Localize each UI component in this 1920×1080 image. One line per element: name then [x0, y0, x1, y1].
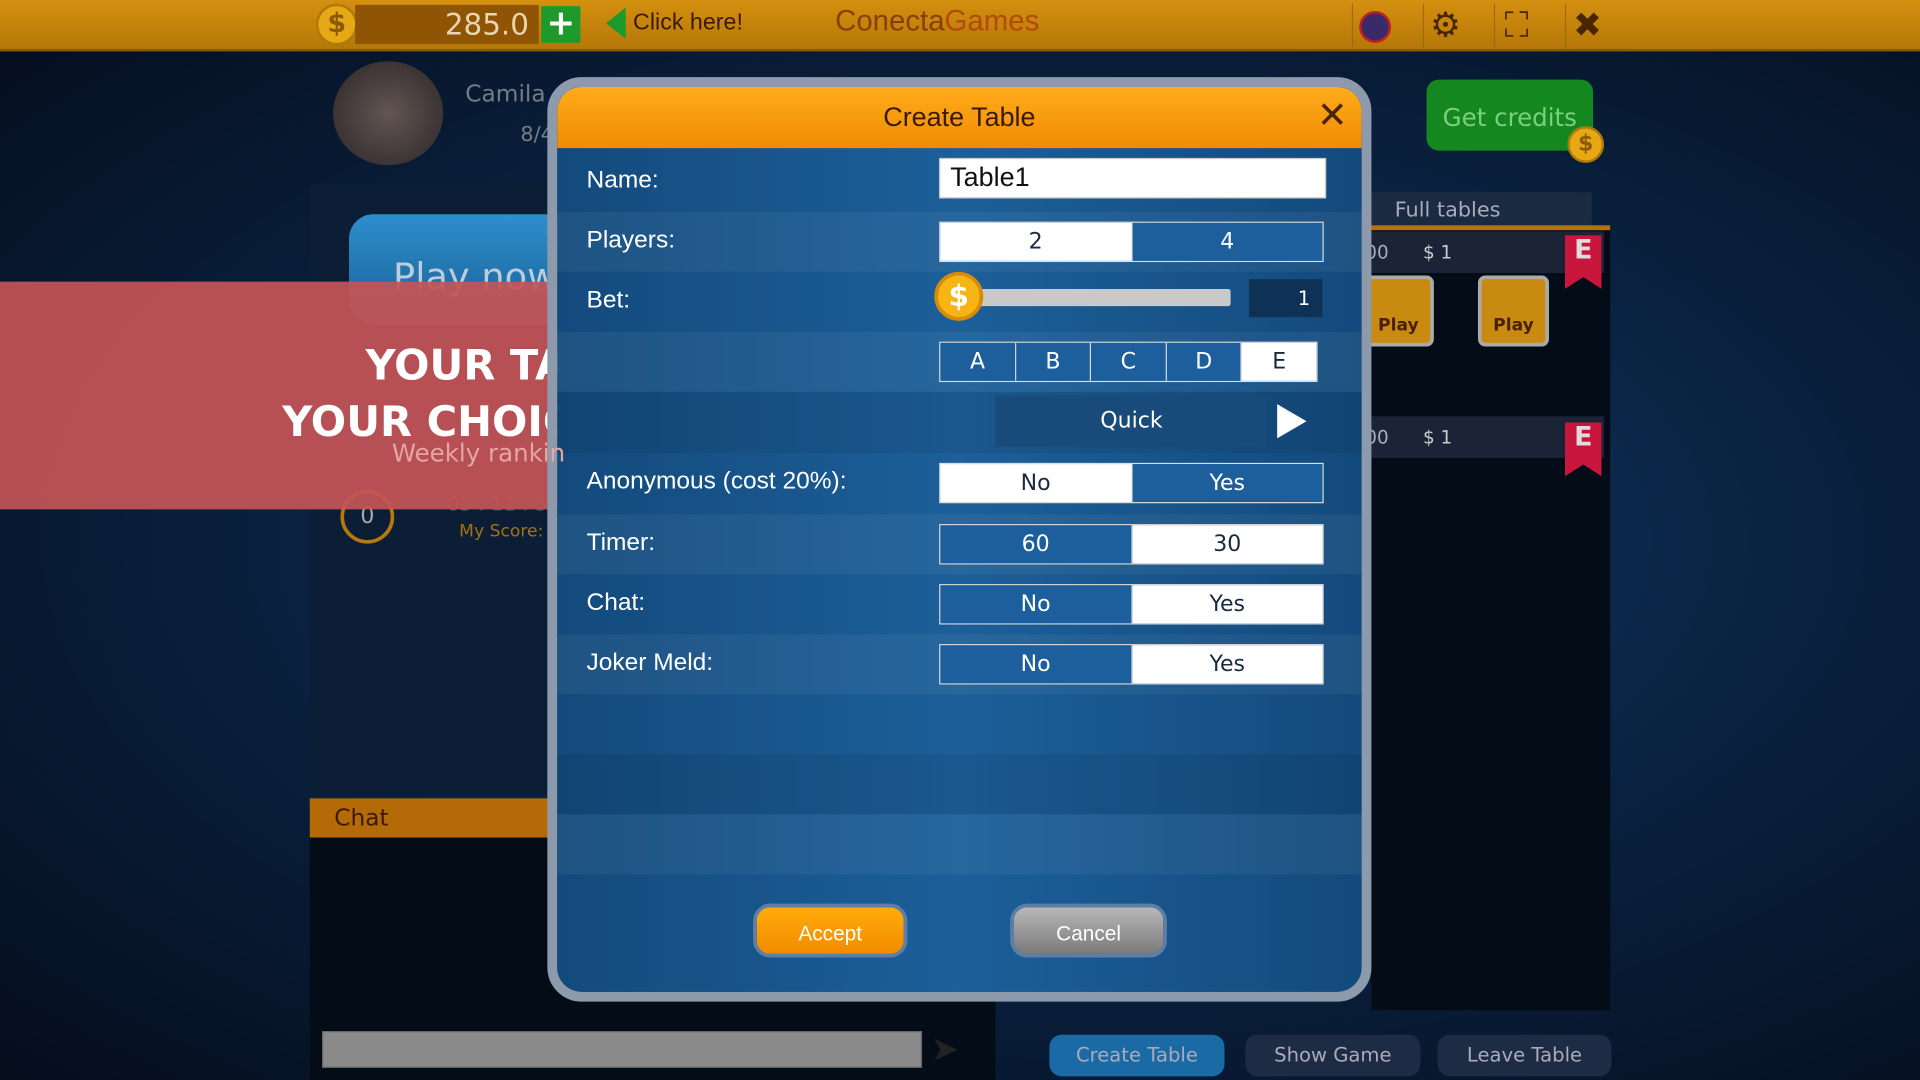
weekly-ranking-title: Weekly rankin [391, 438, 566, 468]
avatar [333, 61, 444, 166]
table-bet: $ 1 [1422, 426, 1453, 449]
empty-row [557, 814, 1362, 875]
accept-button[interactable]: Accept [753, 903, 908, 958]
click-here-label: Click here! [633, 9, 743, 36]
players-row: Players: 24 [557, 211, 1362, 272]
profile-name: Camila [465, 80, 546, 108]
chat-option[interactable]: No [940, 585, 1133, 624]
create-table-dialog: Create Table ✕ Name: Table1 Players: 24 … [547, 77, 1372, 1002]
chat-input[interactable] [322, 1031, 923, 1068]
players-option[interactable]: 4 [1132, 222, 1323, 261]
mode-row: Quick [557, 391, 1362, 454]
table-name-input[interactable]: Table1 [939, 157, 1327, 199]
get-credits-label: Get credits [1442, 102, 1577, 133]
gear-icon[interactable]: ⚙ [1422, 3, 1467, 48]
arrow-left-icon [606, 7, 626, 40]
players-label: Players: [586, 226, 676, 254]
level-row: ABCDE [557, 331, 1362, 392]
click-here-link[interactable]: Click here! [606, 7, 743, 40]
balance: 285.0 [355, 4, 539, 45]
cancel-button[interactable]: Cancel [1010, 903, 1167, 958]
bet-slider-handle[interactable]: $ [934, 271, 984, 321]
seat-play-button[interactable]: Play [1362, 275, 1434, 347]
name-label: Name: [586, 166, 659, 194]
anonymous-selector: No Yes [939, 462, 1324, 504]
play-arrow-icon[interactable] [1277, 404, 1307, 439]
joker-option[interactable]: No [940, 645, 1133, 684]
coin-icon: $ [1567, 126, 1605, 163]
bet-value: 1 [1248, 279, 1323, 318]
empty-row [557, 754, 1362, 815]
add-credits-button[interactable]: + [541, 6, 581, 43]
logo-text-a: Conecta [835, 4, 945, 38]
anonymous-option[interactable]: Yes [1132, 464, 1323, 503]
joker-option[interactable]: Yes [1132, 645, 1323, 684]
name-row: Name: Table1 [557, 152, 1361, 212]
anonymous-label: Anonymous (cost 20%): [586, 467, 847, 495]
dialog-header: Create Table [557, 86, 1362, 149]
timer-row: Timer: 60 30 [557, 514, 1362, 575]
bet-label: Bet: [586, 286, 631, 314]
timer-selector: 60 30 [939, 524, 1324, 565]
levels-option[interactable]: B [1015, 342, 1092, 381]
chat-label: Chat: [586, 588, 646, 616]
my-score-label: My Score: [459, 521, 544, 542]
players-option[interactable]: 2 [940, 222, 1133, 261]
joker-selector: No Yes [939, 644, 1324, 685]
chat-header: Chat [309, 798, 555, 838]
close-icon[interactable]: ✖ [1564, 3, 1609, 48]
bet-row: Bet: $ 1 [557, 271, 1361, 332]
logo-text-b: Games [944, 4, 1040, 38]
uk-flag-icon[interactable] [1351, 3, 1396, 48]
joker-label: Joker Meld: [586, 648, 714, 676]
game-lobby: $ 285.0 + Click here! ConectaGames ⚙ ⛶ ✖… [0, 0, 1920, 1080]
dialog-close-icon[interactable]: ✕ [1310, 94, 1354, 138]
joker-row: Joker Meld: No Yes [557, 634, 1362, 695]
bet-slider[interactable] [973, 288, 1231, 307]
send-icon[interactable]: ➤ [931, 1029, 980, 1071]
anonymous-option[interactable]: No [940, 464, 1133, 503]
levels-option[interactable]: E [1242, 342, 1317, 381]
chat-option[interactable]: Yes [1132, 585, 1323, 624]
coin-icon: $ [315, 3, 358, 46]
levels-option[interactable]: C [1091, 342, 1167, 381]
players-selector: 24 [939, 221, 1324, 263]
levels-option[interactable]: A [940, 342, 1016, 381]
create-table-button[interactable]: Create Table [1049, 1034, 1225, 1077]
tab-underline [1365, 225, 1611, 231]
seat-play-button[interactable]: Play [1477, 275, 1549, 347]
anonymous-row: Anonymous (cost 20%): No Yes [557, 453, 1361, 513]
leave-table-button[interactable]: Leave Table [1437, 1034, 1612, 1077]
table-bet: $ 1 [1422, 241, 1453, 264]
empty-row [557, 694, 1361, 754]
levels-option[interactable]: D [1166, 342, 1243, 381]
tab-full-tables[interactable]: Full tables [1365, 192, 1592, 229]
chat-selector: No Yes [939, 584, 1324, 625]
logo: ConectaGames [835, 5, 1039, 39]
chat-row: Chat: No Yes [557, 574, 1361, 634]
mode-selector[interactable]: Quick [995, 395, 1268, 447]
top-bar: $ 285.0 + Click here! ConectaGames ⚙ ⛶ ✖ [0, 0, 1920, 52]
timer-label: Timer: [586, 528, 656, 556]
level-selector: ABCDE [939, 341, 1318, 383]
timer-option[interactable]: 60 [940, 525, 1133, 564]
timer-option[interactable]: 30 [1132, 525, 1323, 564]
fullscreen-icon[interactable]: ⛶ [1493, 3, 1538, 48]
show-game-button[interactable]: Show Game [1245, 1034, 1421, 1077]
dialog-title: Create Table [883, 101, 1036, 133]
